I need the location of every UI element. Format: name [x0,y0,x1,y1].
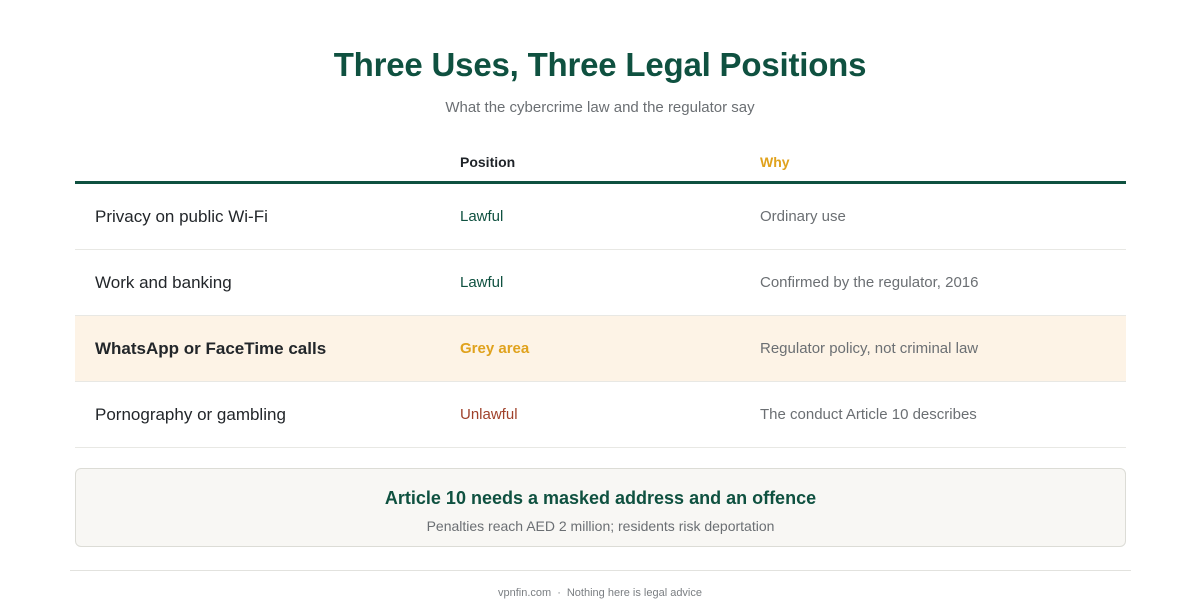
table-header: Position Why [75,146,1126,184]
article-10-callout: Article 10 needs a masked address and an… [75,468,1126,547]
why-cell: The conduct Article 10 describes [760,406,977,423]
legal-positions-table: Position Why Privacy on public Wi-Fi Law… [75,146,1126,448]
footer: vpnfin.com · Nothing here is legal advice [0,587,1200,599]
why-cell: Regulator policy, not criminal law [760,340,979,357]
position-cell: Lawful [460,208,504,225]
column-header-why: Why [760,154,790,170]
why-cell: Confirmed by the regulator, 2016 [760,274,979,291]
footer-divider [70,570,1131,571]
footer-disclaimer: Nothing here is legal advice [566,587,702,599]
page-subtitle: What the cybercrime law and the regulato… [445,99,755,116]
table-row: Work and banking Lawful Confirmed by the… [75,250,1126,316]
why-cell: Ordinary use [760,208,846,225]
position-cell: Lawful [460,274,504,291]
column-header-position: Position [460,154,516,170]
position-cell: Grey area [460,340,530,357]
footer-site-link[interactable]: vpnfin.com [498,587,551,599]
use-cell: Privacy on public Wi-Fi [95,207,268,226]
use-cell: Pornography or gambling [95,405,286,424]
use-cell: WhatsApp or FaceTime calls [95,339,327,358]
callout-title: Article 10 needs a masked address and an… [384,488,817,508]
footer-separator: · [557,587,561,599]
callout-text: Penalties reach AED 2 million; residents… [426,518,775,534]
use-cell: Work and banking [95,273,232,292]
table-row: Pornography or gambling Unlawful The con… [75,382,1126,448]
table-row: Privacy on public Wi-Fi Lawful Ordinary … [75,184,1126,250]
page-title: Three Uses, Three Legal Positions [333,46,867,83]
table-row: WhatsApp or FaceTime calls Grey area Reg… [75,316,1126,382]
position-cell: Unlawful [460,406,518,423]
